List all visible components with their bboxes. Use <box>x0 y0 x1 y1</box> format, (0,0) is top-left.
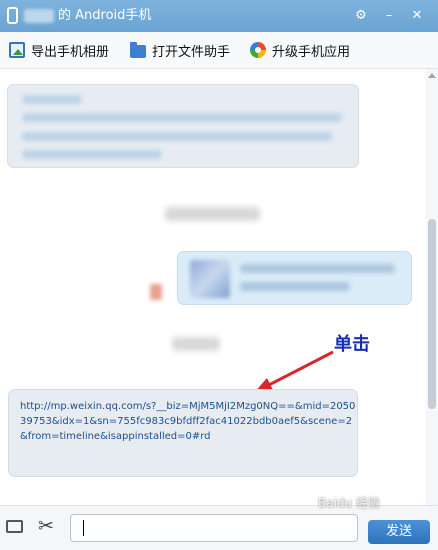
message-input[interactable] <box>70 514 358 542</box>
link-message-text[interactable]: http://mp.weixin.qq.com/s?__biz=MjM5MjI2… <box>20 399 356 444</box>
folder-icon <box>130 41 146 58</box>
upgrade-app-icon <box>250 42 266 58</box>
scroll-up-icon[interactable] <box>428 73 436 78</box>
export-photo-icon <box>9 42 25 58</box>
send-file-folder-icon[interactable] <box>6 520 23 533</box>
upgrade-apps-button[interactable]: 升级手机应用 <box>250 40 350 60</box>
settings-icon[interactable]: ⚙ <box>350 5 372 27</box>
window-title: 的 Android手机 <box>58 8 152 23</box>
outgoing-message-bubble-blurred[interactable] <box>177 251 412 305</box>
export-photos-button[interactable]: 导出手机相册 <box>9 40 109 60</box>
input-bar: ✂ 发送 <box>0 505 438 550</box>
link-message-bubble[interactable]: http://mp.weixin.qq.com/s?__biz=MjM5MjI2… <box>8 389 358 477</box>
open-file-assistant-label: 打开文件助手 <box>152 44 231 60</box>
close-icon[interactable]: ✕ <box>406 5 428 27</box>
status-indicator-blurred <box>150 284 162 300</box>
timestamp-blurred <box>165 207 260 221</box>
timestamp-blurred <box>172 337 220 351</box>
baidu-watermark: Baidu 经验 <box>318 496 380 510</box>
device-owner-name-blurred <box>24 9 54 23</box>
title-bar: 的 Android手机 ⚙ – ✕ <box>0 0 438 32</box>
text-caret <box>83 520 84 536</box>
phone-icon <box>7 7 18 24</box>
upgrade-apps-label: 升级手机应用 <box>272 44 351 60</box>
incoming-message-bubble-blurred[interactable] <box>7 84 359 168</box>
send-button[interactable]: 发送 <box>368 520 430 544</box>
export-photos-label: 导出手机相册 <box>31 44 110 60</box>
chat-history[interactable]: 单击 http://mp.weixin.qq.com/s?__biz=MjM5M… <box>0 69 438 505</box>
chat-scrollbar[interactable] <box>426 69 438 505</box>
screenshot-scissors-icon[interactable]: ✂ <box>38 514 54 538</box>
minimize-icon[interactable]: – <box>378 5 400 27</box>
open-file-assistant-button[interactable]: 打开文件助手 <box>130 40 230 60</box>
toolbar: 导出手机相册 打开文件助手 升级手机应用 <box>0 32 438 69</box>
scroll-thumb[interactable] <box>428 219 436 409</box>
